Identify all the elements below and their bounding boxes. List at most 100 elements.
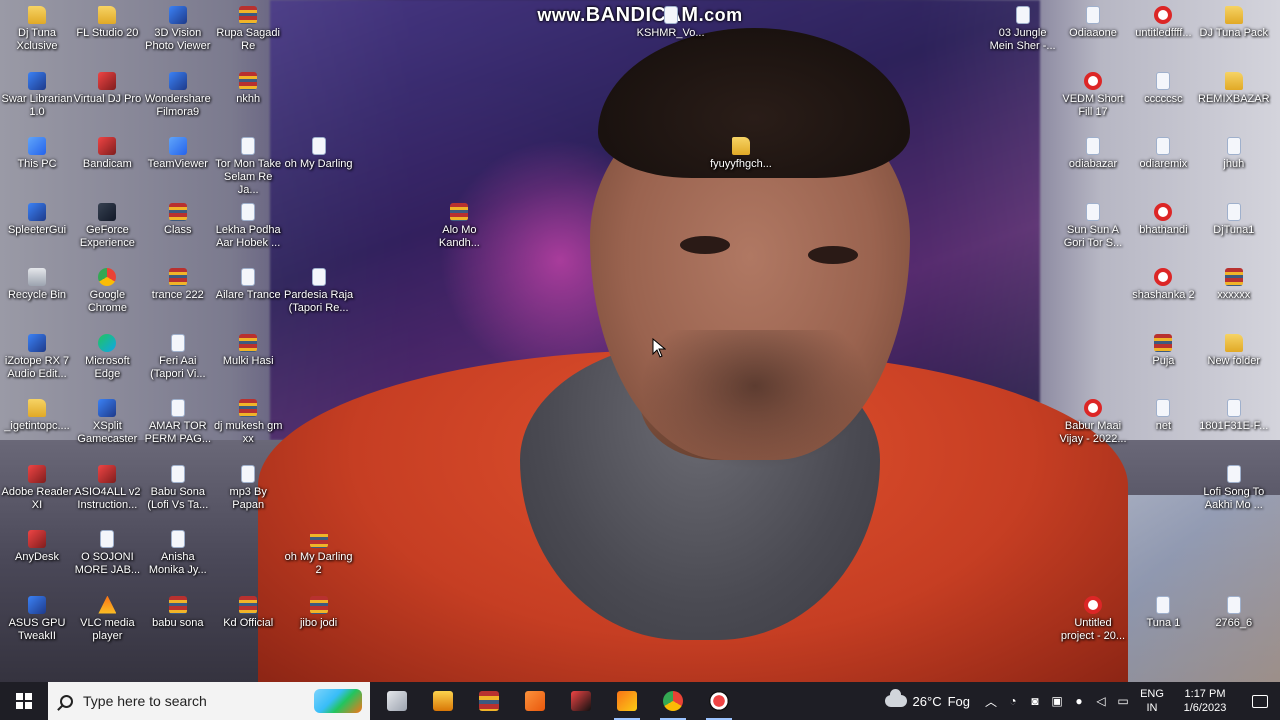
desktop-icon-xxxxxx[interactable]: xxxxxx [1198,268,1270,302]
notification-button[interactable] [1240,694,1280,708]
security-icon[interactable]: ▣ [1046,694,1068,708]
desktop-icon-nkhh[interactable]: nkhh [212,71,284,106]
desktop-icon-lekha-podha[interactable]: Lekha Podha Aar Hobek ... [212,202,284,250]
desktop-icon-babu-sona-lofi[interactable]: Babu Sona (Lofi Vs Ta... [142,464,214,512]
taskbar-button-chrome[interactable] [650,682,696,720]
desktop-icon-odiaremix[interactable]: odiaremix [1127,137,1199,171]
desktop-icon-sun-sun-a-gori[interactable]: Sun Sun A Gori Tor S... [1057,202,1129,250]
desktop-icon-anisha-monika[interactable]: Anisha Monika Jy... [142,530,214,577]
weather-widget[interactable]: 26°C Fog [875,689,980,709]
desktop-icon-tuna-1[interactable]: Tuna 1 [1127,595,1199,630]
chevron-up-icon[interactable]: ︿ [980,693,1002,710]
taskbar-button-video-player[interactable] [512,682,558,720]
desktop-icon-odiaaone[interactable]: Odiaaone [1057,6,1129,40]
desktop-icon-lofi-song[interactable]: Lofi Song To Aakhi Mo ... [1198,464,1270,512]
desktop-icon-label: Microsoft Edge [85,354,130,380]
archive-icon [309,530,328,548]
desktop-icon-virtual-dj[interactable]: Virtual DJ Pro [71,71,143,106]
desktop-icon-babu-sona[interactable]: babu sona [142,595,214,630]
desktop-icon-o-sojoni[interactable]: O SOJONI MORE JAB... [71,530,143,577]
file-icon [1086,6,1100,24]
desktop-icon-class[interactable]: Class [142,202,214,237]
desktop-icon-anydesk[interactable]: AnyDesk [1,530,73,564]
desktop-icon-vedm-short[interactable]: VEDM Short Fill 17 [1057,71,1129,119]
desktop-icon-izotope-rx7[interactable]: iZotope RX 7 Audio Edit... [1,333,73,381]
desktop-icon-new-folder[interactable]: New folder [1198,333,1270,368]
start-button[interactable] [0,682,48,720]
desktop-icon-label: Ailare Trance [215,289,281,301]
desktop-icon-fl-studio[interactable]: FL Studio 20 [71,6,143,40]
desktop-icon-recycle-bin[interactable]: Recycle Bin [1,268,73,302]
desktop-icon-3d-vision[interactable]: 3D Vision Photo Viewer [142,6,214,53]
desktop-icon-mp3-by-papan[interactable]: mp3 By Papan [212,464,284,512]
desktop-icon-2766-6[interactable]: 2766_6 [1198,595,1270,630]
desktop-icon-label: babu sona [152,616,204,629]
desktop-icon-net[interactable]: net [1127,399,1199,433]
desktop-icon-trance-222[interactable]: trance 222 [142,268,214,302]
clock[interactable]: 1:17 PM 1/6/2023 [1170,687,1240,715]
keyboard-icon[interactable]: ▭ [1112,694,1134,708]
network-icon[interactable]: ◔ [1002,694,1024,708]
desktop-icon-fyuyyfhgch[interactable]: fyuyyfhgch... [705,137,777,171]
desktop-icon-microsoft-edge[interactable]: Microsoft Edge [71,333,143,381]
desktop-icon-tor-mon-take[interactable]: Tor Mon Take Selam Re Ja... [212,137,284,197]
desktop-icon-dj-tuna-pack[interactable]: DJ Tuna Pack [1198,6,1270,40]
desktop-icon-dj-mukesh[interactable]: dj mukesh gm xx [212,399,284,446]
desktop-icon-mulki-hasi[interactable]: Mulki Hasi [212,333,284,368]
desktop-icon-jhuh[interactable]: jhuh [1198,137,1270,171]
camera-icon[interactable]: ◙ [1024,694,1046,708]
desktop-icon-pardesia-raja[interactable]: Pardesia Raja (Tapori Re... [283,268,355,315]
desktop-icon-google-chrome[interactable]: Google Chrome [71,268,143,315]
desktop-icon-shashanka-2[interactable]: shashanka 2 [1127,268,1199,302]
desktop-icon-untitled-project[interactable]: Untitled project - 20... [1057,595,1129,643]
taskbar-search-box[interactable]: Type here to search [48,682,370,720]
desktop-icon-remixbazar[interactable]: REMIXBAZAR [1198,71,1270,106]
desktop-icon-untitledffff[interactable]: untitledffff... [1127,6,1199,40]
file-icon [241,268,256,286]
desktop-icon-03-jungle[interactable]: 03 Jungle Mein Sher -... [987,6,1059,53]
desktop-icon-1801f31e[interactable]: 1801F31E-F... [1198,399,1270,433]
desktop-icon-bandicam[interactable]: Bandicam [71,137,143,171]
desktop-icon-djtuna1[interactable]: DjTuna1 [1198,202,1270,237]
desktop-icon-oh-my-darling[interactable]: oh My Darling [283,137,355,171]
desktop-icon-amar-tor[interactable]: AMAR TOR PERM PAG... [142,399,214,446]
desktop-icon-dj-tuna-xclusive[interactable]: Dj Tuna Xclusive [1,6,73,53]
desktop-icon-filmora[interactable]: Wondershare Filmora9 [142,71,214,119]
taskbar-button-bandicam-record[interactable] [696,682,742,720]
file-icon [170,464,185,483]
desktop-icon-odiabazar[interactable]: odiabazar [1057,137,1129,171]
language-indicator[interactable]: ENG IN [1134,687,1170,715]
desktop-icon-this-pc[interactable]: This PC [1,137,73,171]
volume-icon[interactable]: ◁ [1090,694,1112,708]
desktop-icon-feri-aai[interactable]: Feri Aai (Tapori Vi... [142,333,214,381]
desktop-icon-asio4all[interactable]: ASIO4ALL v2 Instruction... [71,464,143,512]
desktop-icon-label: Bandicam [82,158,132,170]
desktop-icon-alo-mo-kandh[interactable]: Alo Mo Kandh... [423,202,495,250]
desktop-icon-jibo-jodi[interactable]: jibo jodi [283,595,355,630]
desktop-icon-igetintopc[interactable]: _igetintopc.... [1,399,73,433]
desktop-icon-vlc[interactable]: VLC media player [71,595,143,643]
search-highlight-icon[interactable] [314,689,362,713]
taskbar-button-file-explorer[interactable] [420,682,466,720]
taskbar-button-fl-studio[interactable] [604,682,650,720]
desktop-icon-asus-gpu-tweak[interactable]: ASUS GPU TweakII [1,595,73,643]
desktop-icon-ailare-trance[interactable]: Ailare Trance [212,268,284,302]
desktop-icon-xsplit[interactable]: XSplit Gamecaster [71,399,143,446]
taskbar-button-virtual-dj[interactable] [558,682,604,720]
desktop-icon-kshmr-vo[interactable]: KSHMR_Vo... [635,6,707,40]
desktop-icon-bhathandi[interactable]: bhathandi [1127,202,1199,237]
desktop-icon-puja[interactable]: Puja [1127,333,1199,368]
desktop-icon-rupa-sagadi[interactable]: Rupa Sagadi Re [212,6,284,53]
desktop-icon-oh-my-darling-2[interactable]: oh My Darling 2 [283,530,355,577]
desktop-icon-cccccsc[interactable]: cccccsc [1127,71,1199,106]
microphone-icon[interactable]: ● [1068,694,1090,708]
desktop-icon-geforce[interactable]: GeForce Experience [71,202,143,250]
desktop-icon-teamviewer[interactable]: TeamViewer [142,137,214,171]
desktop-icon-spleetergui[interactable]: SpleeterGui [1,202,73,237]
desktop-icon-kd-official[interactable]: Kd Official [212,595,284,630]
desktop-icon-adobe-reader[interactable]: Adobe Reader XI [1,464,73,512]
taskbar-button-task-view[interactable] [374,682,420,720]
taskbar-button-winrar[interactable] [466,682,512,720]
desktop-icon-babur-maai[interactable]: Babur Maai Vijay - 2022... [1057,399,1129,446]
desktop-icon-swar-librarian[interactable]: Swar Librarian 1.0 [1,71,73,119]
